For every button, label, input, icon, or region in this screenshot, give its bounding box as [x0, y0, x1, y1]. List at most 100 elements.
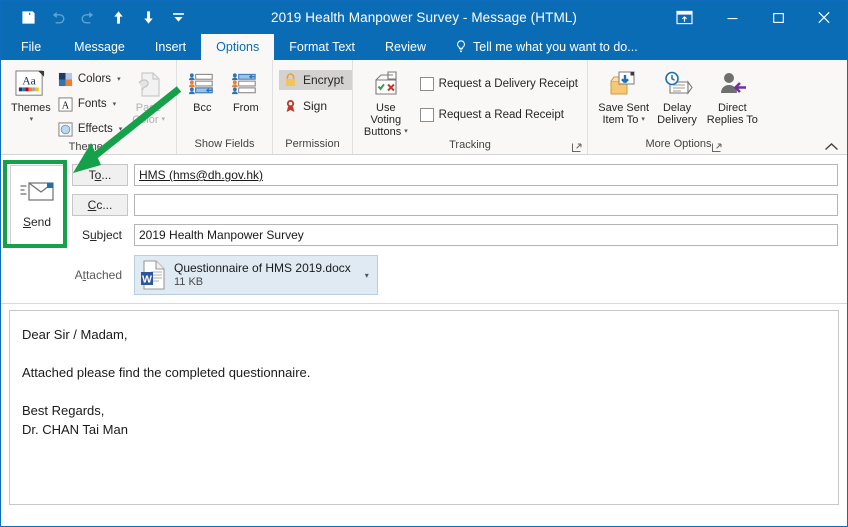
tab-review[interactable]: Review [370, 34, 441, 60]
attachment-file-size: 11 KB [174, 275, 351, 289]
ribbon-group-show-fields-label: Show Fields [177, 137, 272, 154]
direct-replies-to-icon [715, 68, 749, 102]
ribbon-group-show-fields: Bcc From Show Fields [176, 60, 272, 154]
more-options-dialog-launcher-icon[interactable] [711, 142, 722, 153]
next-item-icon[interactable] [133, 5, 163, 31]
attachment-dropdown-icon[interactable]: ▾ [359, 271, 371, 280]
save-sent-item-label-1: Save Sent [598, 102, 649, 114]
to-row: To... HMS (hms@dh.gov.hk) [72, 163, 838, 187]
encrypt-icon [284, 73, 297, 87]
tell-me-search[interactable]: Tell me what you want to do... [441, 34, 648, 60]
to-field-button[interactable]: To... [72, 164, 128, 186]
previous-item-icon[interactable] [103, 5, 133, 31]
send-envelope-icon [20, 181, 54, 207]
cc-field-label: Cc... [88, 198, 113, 212]
cc-row: Cc... [72, 193, 838, 217]
request-delivery-receipt-label: Request a Delivery Receipt [439, 78, 578, 90]
save-sent-item-to-button[interactable]: Save Sent Item To ▾ [595, 66, 652, 126]
close-button[interactable] [801, 1, 847, 34]
theme-effects-label: Effects [78, 123, 113, 135]
bcc-button[interactable]: Bcc [183, 66, 222, 114]
theme-fonts-label: Fonts [78, 98, 107, 110]
to-input[interactable]: HMS (hms@dh.gov.hk) [134, 164, 838, 186]
ribbon-group-tracking-label: Tracking [353, 138, 587, 154]
request-delivery-receipt-checkbox[interactable]: Request a Delivery Receipt [417, 73, 581, 95]
subject-input[interactable]: 2019 Health Manpower Survey [134, 224, 838, 246]
tracking-dialog-launcher-icon[interactable] [571, 142, 582, 153]
request-read-receipt-checkbox[interactable]: Request a Read Receipt [417, 104, 581, 126]
window-controls [659, 1, 847, 34]
theme-colors-label: Colors [78, 73, 111, 85]
attached-row: Attached W Questionnaire of HMS 2019.doc… [72, 253, 838, 297]
ribbon-group-themes-label: Themes [1, 140, 176, 155]
from-button-label: From [233, 102, 259, 114]
delay-delivery-label-2: Delivery [657, 114, 697, 126]
use-voting-buttons-label-1: Use Voting [363, 102, 409, 126]
direct-replies-to-button[interactable]: Direct Replies To [702, 66, 763, 126]
message-body-input[interactable]: Dear Sir / Madam, Attached please find t… [9, 310, 839, 505]
use-voting-buttons-button[interactable]: Use Voting Buttons ▾ [363, 66, 409, 138]
chevron-down-icon[interactable]: ▾ [119, 125, 123, 133]
sign-button[interactable]: Sign [279, 96, 335, 116]
tab-insert[interactable]: Insert [140, 34, 201, 60]
theme-fonts-icon: A [58, 97, 73, 112]
to-recipient: HMS (hms@dh.gov.hk) [139, 168, 263, 182]
svg-text:W: W [142, 273, 152, 285]
quick-access-toolbar [1, 5, 193, 31]
svg-text:A: A [62, 100, 70, 111]
ribbon-display-options-icon[interactable] [659, 1, 709, 34]
cc-input[interactable] [134, 194, 838, 216]
themes-button[interactable]: Aa Themes ▾ [7, 66, 55, 126]
chevron-down-icon[interactable]: ▾ [113, 100, 117, 108]
ribbon-group-more-options: Save Sent Item To ▾ Delay Delivery [587, 60, 769, 154]
attachment-chip[interactable]: W Questionnaire of HMS 2019.docx 11 KB ▾ [134, 255, 378, 295]
to-field-label: To... [89, 168, 112, 182]
ribbon: Aa Themes ▾ Colors ▾ A [1, 60, 847, 155]
tab-file[interactable]: File [1, 34, 59, 60]
tab-format-text[interactable]: Format Text [274, 34, 370, 60]
tracking-label-text: Tracking [449, 139, 491, 151]
chevron-down-icon[interactable]: ▾ [404, 126, 408, 138]
subject-field-label: Subject [72, 228, 128, 242]
save-icon[interactable] [13, 5, 43, 31]
themes-icon: Aa [14, 68, 47, 102]
send-button-label: SSendend [23, 215, 51, 229]
chevron-down-icon[interactable]: ▾ [641, 114, 645, 126]
message-body-area: Dear Sir / Madam, Attached please find t… [1, 304, 847, 513]
bcc-button-label: Bcc [193, 102, 211, 114]
customize-quick-access-icon[interactable] [163, 5, 193, 31]
ribbon-group-permission: Encrypt Sign Permission [272, 60, 352, 154]
save-sent-item-icon [607, 68, 641, 102]
chevron-down-icon[interactable]: ▾ [117, 75, 121, 83]
delay-delivery-button[interactable]: Delay Delivery [652, 66, 701, 126]
tab-message[interactable]: Message [59, 34, 140, 60]
page-color-label-2: Color [132, 114, 158, 126]
encrypt-button[interactable]: Encrypt [279, 70, 352, 90]
minimize-button[interactable] [709, 1, 755, 34]
send-column: SSendend [10, 165, 62, 243]
from-field-icon [230, 68, 261, 102]
checkbox-icon[interactable] [420, 77, 434, 91]
cc-field-button[interactable]: Cc... [72, 194, 128, 216]
maximize-button[interactable] [755, 1, 801, 34]
redo-icon[interactable] [73, 5, 103, 31]
undo-icon[interactable] [43, 5, 73, 31]
compose-header: SSendend To... HMS (hms@dh.gov.hk) Cc... [1, 155, 847, 304]
tab-options[interactable]: Options [201, 34, 274, 60]
from-button[interactable]: From [226, 66, 266, 114]
subject-value: 2019 Health Manpower Survey [139, 228, 304, 242]
theme-colors-button[interactable]: Colors ▾ [55, 68, 125, 90]
collapse-ribbon-icon[interactable] [824, 142, 839, 152]
send-button[interactable]: SSendend [10, 165, 64, 245]
theme-fonts-button[interactable]: A Fonts ▾ [55, 93, 125, 115]
theme-effects-icon [58, 122, 73, 137]
direct-replies-to-label-2: Replies To [707, 114, 758, 126]
more-options-label-text: More Options [645, 138, 711, 150]
body-paragraph-main: Attached please find the completed quest… [22, 363, 826, 382]
body-paragraph-closing: Best Regards, Dr. CHAN Tai Man [22, 401, 826, 439]
sign-label: Sign [303, 99, 327, 113]
checkbox-icon[interactable] [420, 108, 434, 122]
chevron-down-icon[interactable]: ▾ [30, 114, 34, 126]
request-read-receipt-label: Request a Read Receipt [439, 109, 564, 121]
theme-effects-button[interactable]: Effects ▾ [55, 118, 125, 140]
